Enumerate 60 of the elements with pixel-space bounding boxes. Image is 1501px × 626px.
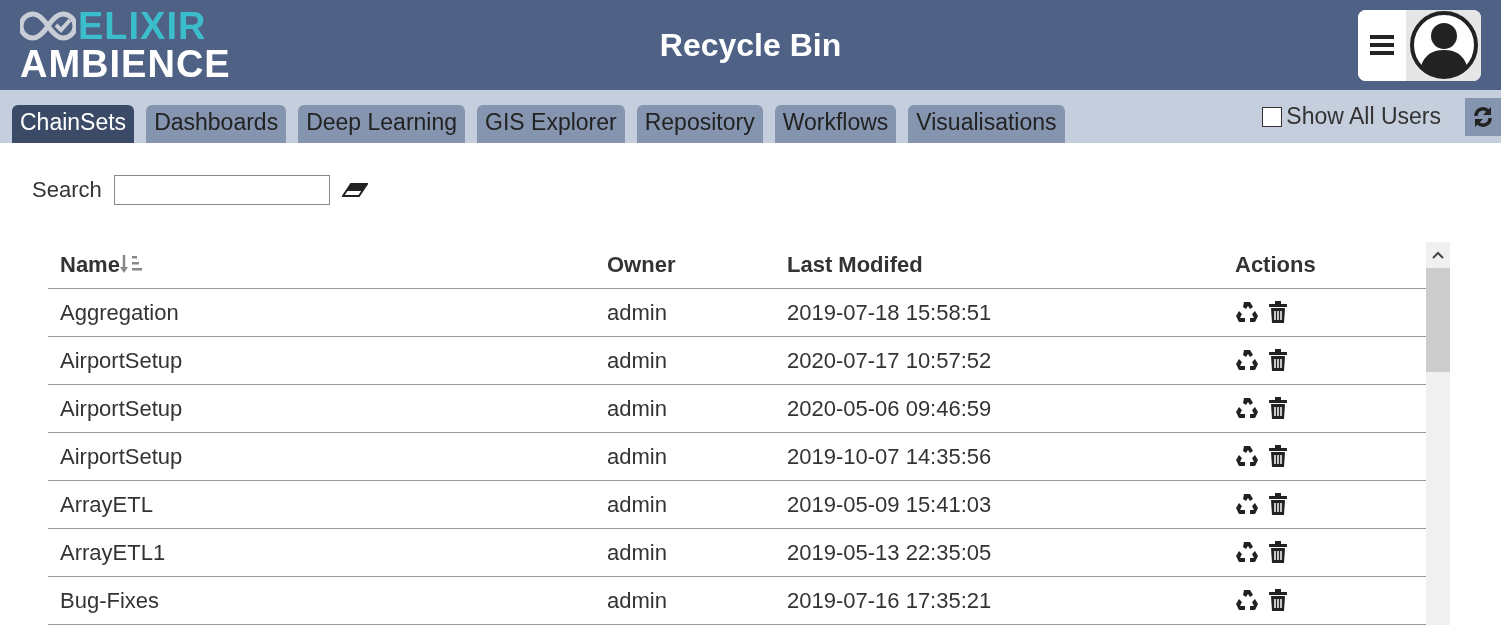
table-cell: 2019-07-18 15:58:51	[775, 288, 1223, 336]
trash-icon[interactable]	[1269, 301, 1287, 323]
table-cell: AirportSetup	[48, 432, 595, 480]
trash-icon[interactable]	[1269, 541, 1287, 563]
recycle-icon[interactable]	[1235, 348, 1259, 372]
tab[interactable]: Deep Learning	[298, 105, 466, 143]
table-cell: 2019-05-13 22:35:05	[775, 528, 1223, 576]
trash-icon[interactable]	[1269, 493, 1287, 515]
logo-text: ELIXIR	[78, 7, 207, 45]
table-cell: ArrayETL1	[48, 528, 595, 576]
table-cell: admin	[595, 480, 775, 528]
table-cell: 2019-10-07 14:35:56	[775, 432, 1223, 480]
table-cell: 2020-07-17 10:57:52	[775, 336, 1223, 384]
tab[interactable]: Repository	[636, 105, 763, 143]
scrollbar[interactable]	[1426, 242, 1450, 625]
table-cell: admin	[595, 432, 775, 480]
checkbox-label: Show All Users	[1286, 102, 1441, 132]
logo-text: AMBIENCE	[20, 45, 231, 83]
table-cell: AirportSetup	[48, 384, 595, 432]
search-field[interactable]	[113, 174, 330, 205]
tab[interactable]: Visualisations	[908, 105, 1065, 143]
table-cell: admin	[595, 336, 775, 384]
table-cell: admin	[595, 576, 775, 624]
trash-icon[interactable]	[1269, 589, 1287, 611]
tab[interactable]: Dashboards	[146, 105, 287, 143]
table-cell: Bug-Fixes	[48, 576, 595, 624]
table-cell: 2019-05-09 15:41:03	[775, 480, 1223, 528]
trash-icon[interactable]	[1269, 397, 1287, 419]
scroll-up-icon[interactable]	[1432, 251, 1444, 259]
recycle-icon[interactable]	[1235, 396, 1259, 420]
table-cell: 2020-05-06 09:46:59	[775, 384, 1223, 432]
recycle-icon[interactable]	[1235, 492, 1259, 516]
refresh-button[interactable]	[1465, 97, 1501, 136]
refresh-icon	[1472, 105, 1494, 128]
table-cell: admin	[595, 288, 775, 336]
menu-icon	[1370, 34, 1394, 56]
checkbox[interactable]	[1262, 106, 1283, 127]
recycle-icon[interactable]	[1235, 444, 1259, 468]
eraser-icon[interactable]	[341, 182, 368, 197]
recycle-icon[interactable]	[1235, 588, 1259, 612]
table-cell: AirportSetup	[48, 336, 595, 384]
table-cell: Aggregation	[48, 288, 595, 336]
page-title: Recycle Bin	[659, 27, 842, 63]
recycle-icon[interactable]	[1235, 300, 1259, 324]
tab[interactable]: Workflows	[774, 105, 897, 143]
avatar-icon[interactable]	[1408, 10, 1479, 80]
tab[interactable]: GIS Explorer	[477, 105, 625, 143]
table-cell: admin	[595, 384, 775, 432]
recycle-icon[interactable]	[1235, 540, 1259, 564]
column-header: Last Modifed	[775, 242, 1223, 288]
table-cell: 2019-07-16 17:35:21	[775, 576, 1223, 624]
column-header[interactable]: Name	[60, 252, 120, 278]
tab[interactable]: ChainSets	[12, 105, 135, 143]
column-header: Owner	[595, 242, 775, 288]
trash-icon[interactable]	[1269, 349, 1287, 371]
search-label: Search	[32, 176, 102, 204]
table-cell: ArrayETL	[48, 480, 595, 528]
logo-icon	[20, 9, 76, 43]
table-cell: admin	[595, 528, 775, 576]
trash-icon[interactable]	[1269, 445, 1287, 467]
